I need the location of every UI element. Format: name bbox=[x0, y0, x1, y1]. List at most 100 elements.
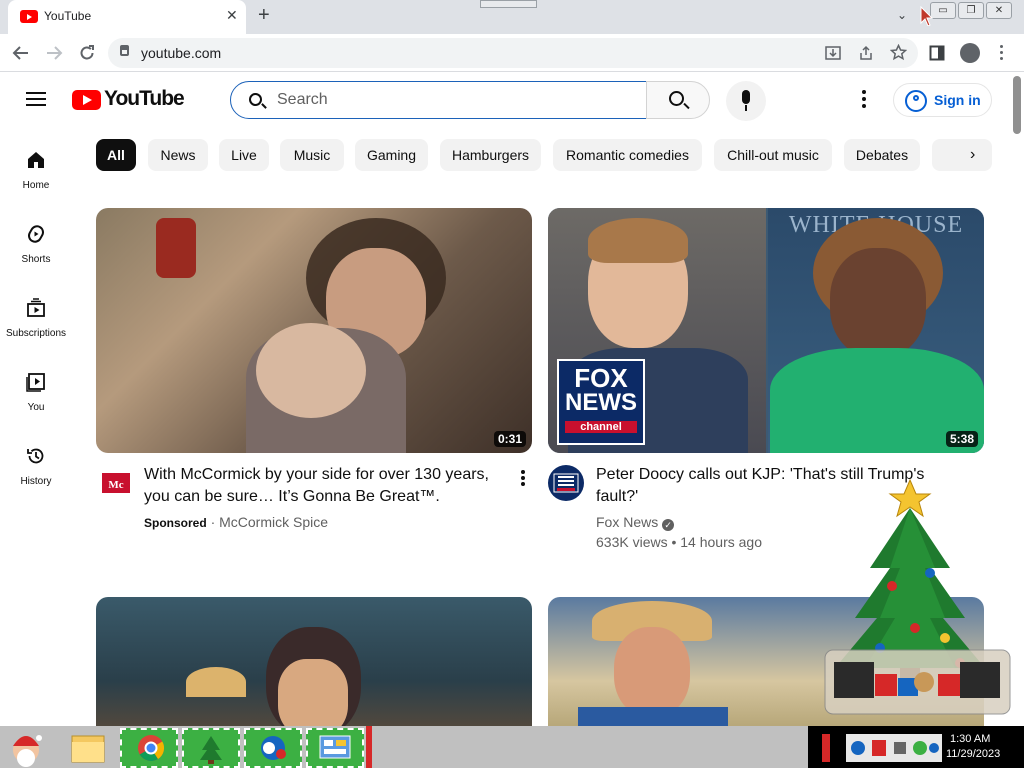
tab-close-icon[interactable]: ✕ bbox=[226, 7, 238, 24]
browser-tab-strip: YouTube ✕ + ⌄ ▭ ❐ ✕ bbox=[0, 0, 1024, 34]
share-icon[interactable] bbox=[858, 45, 874, 61]
history-icon bbox=[27, 448, 44, 464]
video-thumbnail-anime[interactable] bbox=[96, 597, 532, 737]
chip-romantic-comedies[interactable]: Romantic comedies bbox=[553, 139, 702, 171]
lock-icon[interactable] bbox=[120, 45, 129, 56]
christmas-tree-desktop-widget[interactable] bbox=[820, 478, 1020, 726]
chip-news[interactable]: News bbox=[148, 139, 208, 171]
youtube-masthead: YouTube Sign in bbox=[0, 72, 1010, 128]
guide-item-shorts[interactable]: Shorts bbox=[0, 224, 72, 284]
channel-avatar-fox-news[interactable] bbox=[548, 465, 584, 501]
window-drag-handle[interactable] bbox=[480, 0, 537, 8]
search-button-icon bbox=[669, 91, 684, 106]
restore-button[interactable]: ❐ bbox=[958, 2, 984, 19]
video-title-line[interactable]: With McCormick by your side for over 130… bbox=[144, 464, 489, 486]
chrome-icon bbox=[138, 735, 165, 762]
chip-all[interactable]: All bbox=[96, 139, 136, 171]
tray-display-icon bbox=[894, 742, 906, 754]
install-app-icon[interactable] bbox=[825, 45, 841, 61]
tree-icon bbox=[200, 736, 222, 764]
youtube-favicon-icon bbox=[20, 10, 38, 23]
chip-music[interactable]: Music bbox=[280, 139, 344, 171]
control-panel-taskbar-app[interactable] bbox=[306, 728, 364, 768]
youtube-logo-text[interactable]: YouTube bbox=[104, 87, 185, 111]
search-button[interactable] bbox=[646, 81, 710, 119]
meta-separator: · bbox=[210, 514, 216, 530]
side-panel-icon[interactable] bbox=[929, 45, 945, 61]
address-bar[interactable]: youtube.com bbox=[108, 38, 918, 68]
chip-more[interactable] bbox=[932, 139, 992, 171]
guide-label-subscriptions: Subscriptions bbox=[5, 328, 67, 339]
microphone-icon bbox=[742, 90, 750, 104]
browser-menu-icon[interactable] bbox=[1000, 44, 1004, 62]
fox-news-channel-logo: FOX NEWS channel bbox=[557, 359, 645, 445]
guide-item-history[interactable]: History bbox=[0, 446, 72, 506]
reload-icon[interactable] bbox=[78, 44, 96, 62]
video-meta-fox-news: Fox News ✓ bbox=[596, 512, 675, 532]
start-button-santa-icon[interactable] bbox=[4, 728, 48, 768]
tray-volume-icon bbox=[913, 741, 927, 755]
channel-name[interactable]: McCormick Spice bbox=[219, 514, 328, 530]
control-panel-icon bbox=[319, 735, 351, 759]
subscriptions-icon bbox=[27, 298, 45, 317]
settings-kebab-icon[interactable] bbox=[862, 90, 866, 110]
filter-chip-bar: All News Live Music Gaming Hamburgers Ro… bbox=[96, 139, 1010, 173]
chrome-taskbar-app[interactable] bbox=[120, 728, 178, 768]
chip-debates[interactable]: Debates bbox=[844, 139, 920, 171]
guide-item-subscriptions[interactable]: Subscriptions bbox=[0, 298, 72, 358]
christmas-tree-taskbar-app[interactable] bbox=[182, 728, 240, 768]
browser-tab-youtube[interactable]: YouTube ✕ bbox=[8, 0, 246, 34]
search-box[interactable] bbox=[230, 81, 647, 119]
forward-arrow-icon[interactable] bbox=[45, 44, 63, 62]
url-text[interactable]: youtube.com bbox=[141, 45, 221, 61]
tray-shield-icon bbox=[872, 740, 886, 756]
video-menu-kebab-icon[interactable] bbox=[521, 470, 525, 486]
tab-search-chevron-icon[interactable]: ⌄ bbox=[897, 8, 907, 22]
youtube-logo-icon[interactable] bbox=[72, 90, 101, 110]
fox-logo-line: FOX bbox=[574, 363, 628, 393]
channel-avatar-mccormick[interactable]: Mc bbox=[98, 465, 134, 501]
fox-news-avatar-icon bbox=[553, 473, 579, 493]
guide-label-shorts: Shorts bbox=[21, 254, 51, 265]
account-icon bbox=[905, 90, 927, 112]
guide-menu-icon[interactable] bbox=[26, 92, 46, 106]
profile-avatar-icon[interactable] bbox=[960, 43, 980, 63]
tray-network-icon bbox=[851, 741, 865, 755]
guide-label-you: You bbox=[27, 402, 45, 413]
chip-gaming[interactable]: Gaming bbox=[355, 139, 428, 171]
video-duration: 5:38 bbox=[945, 431, 978, 447]
messenger-taskbar-app[interactable] bbox=[244, 728, 302, 768]
video-title-line[interactable]: fault?' bbox=[596, 486, 638, 508]
channel-name[interactable]: Fox News bbox=[596, 514, 658, 530]
bookmark-star-icon[interactable] bbox=[890, 44, 907, 61]
close-window-button[interactable]: ✕ bbox=[986, 2, 1012, 19]
search-icon bbox=[249, 93, 262, 106]
you-library-icon bbox=[26, 373, 45, 392]
scrollbar-thumb[interactable] bbox=[1013, 76, 1021, 134]
search-input[interactable] bbox=[277, 90, 637, 110]
chip-chill-out-music[interactable]: Chill-out music bbox=[714, 139, 832, 171]
back-arrow-icon[interactable] bbox=[12, 44, 30, 62]
taskbar-clock-time[interactable]: 1:30 AM bbox=[950, 733, 990, 745]
video-stats: 633K views • 14 hours ago bbox=[596, 534, 763, 550]
chip-hamburgers[interactable]: Hamburgers bbox=[440, 139, 541, 171]
sign-in-button[interactable]: Sign in bbox=[893, 83, 992, 117]
video-meta-mccormick: Sponsored · McCormick Spice bbox=[144, 512, 328, 533]
video-title-line[interactable]: you can be sure… It’s Gonna Be Great™. bbox=[144, 486, 440, 508]
browser-toolbar: youtube.com bbox=[0, 34, 1024, 72]
channel-logo-line: channel bbox=[565, 421, 637, 433]
video-thumbnail-mccormick[interactable]: 0:31 bbox=[96, 208, 532, 453]
guide-item-home[interactable]: Home bbox=[0, 150, 72, 210]
tab-title: YouTube bbox=[44, 9, 92, 23]
chip-live[interactable]: Live bbox=[219, 139, 269, 171]
file-explorer-icon[interactable] bbox=[66, 728, 110, 768]
messenger-icon bbox=[261, 736, 286, 760]
sign-in-label: Sign in bbox=[934, 92, 981, 108]
guide-item-you[interactable]: You bbox=[0, 372, 72, 432]
system-tray bbox=[808, 726, 1024, 768]
voice-search-button[interactable] bbox=[726, 81, 766, 121]
video-thumbnail-fox-news[interactable]: WHITE HOUSE FOX NEWS channel 5:38 bbox=[548, 208, 984, 453]
new-tab-button[interactable]: + bbox=[258, 4, 270, 27]
taskbar-clock-date[interactable]: 11/29/2023 bbox=[946, 748, 1000, 760]
chip-next-chevron-icon[interactable]: › bbox=[970, 146, 975, 164]
